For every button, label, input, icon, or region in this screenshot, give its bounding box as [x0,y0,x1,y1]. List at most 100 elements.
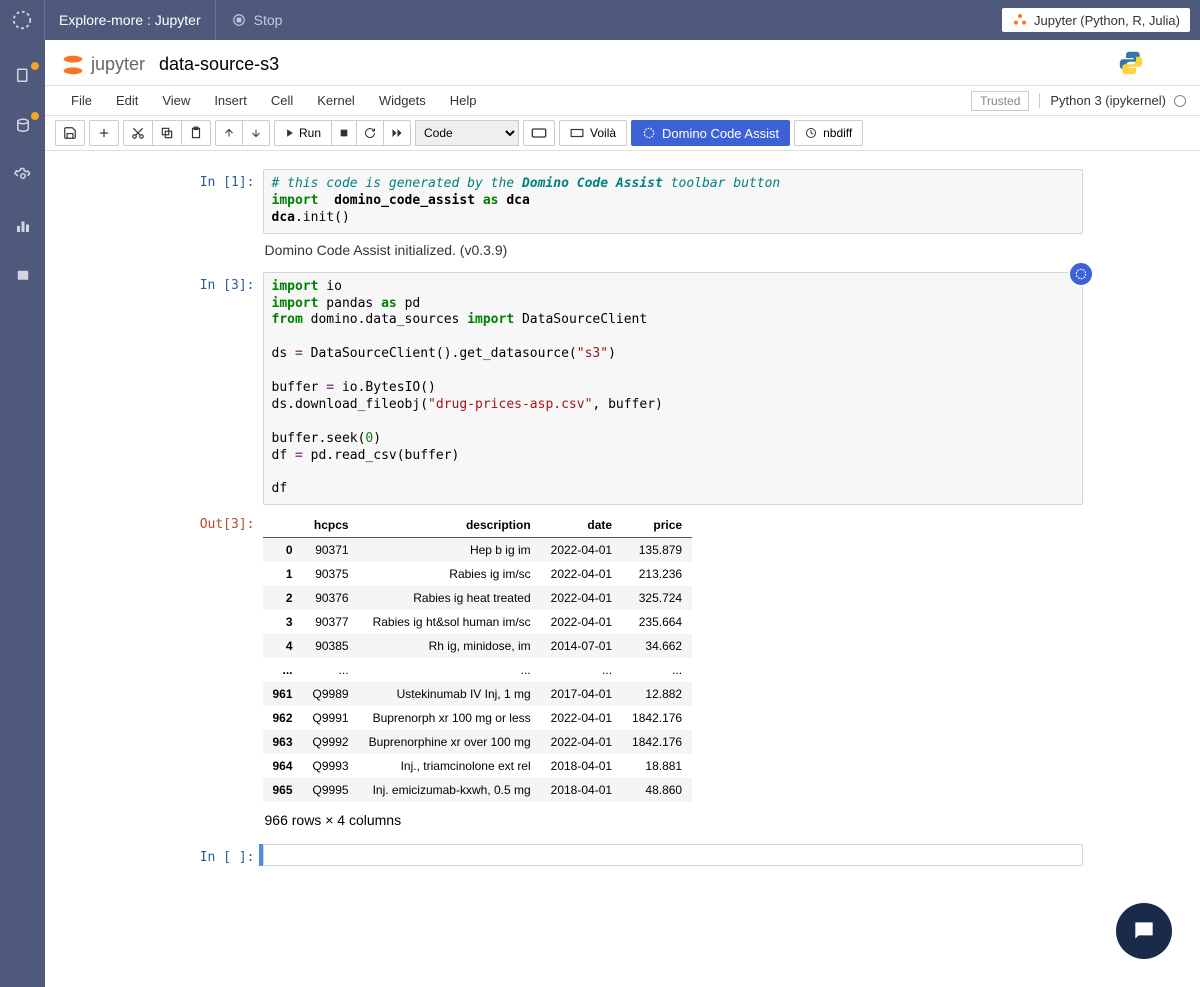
command-palette-button[interactable] [523,120,555,146]
code-text: dca [272,210,295,225]
menu-widgets[interactable]: Widgets [367,93,438,108]
stop-button[interactable]: Stop [216,12,299,28]
code-cell[interactable]: In [3]: import io import pandas as pd fr… [163,272,1083,506]
kernel-status-icon [1174,95,1186,107]
dca-label: Domino Code Assist [662,126,779,141]
menu-help[interactable]: Help [438,93,489,108]
kw: as [483,193,499,208]
menu-kernel[interactable]: Kernel [305,93,367,108]
run-button[interactable]: Run [274,120,332,146]
table-row: 190375Rabies ig im/sc2022-04-01213.236 [263,562,693,586]
code-text: df [272,448,295,463]
out-prompt: Out[3]: [163,511,263,838]
code-text: DataSourceClient [514,312,647,327]
table-header: date [541,513,622,538]
code-text: ds.download_fileobj( [272,397,429,412]
kw: from [272,312,303,327]
jupyter-header: jupyter data-source-s3 [45,40,1200,86]
paste-button[interactable] [181,120,211,146]
jupyter-logo[interactable]: jupyter [59,51,145,79]
interrupt-button[interactable] [331,120,357,146]
metrics-icon[interactable] [13,216,33,236]
comment-text: # this code is generated by the [272,176,522,191]
in-prompt: In [3]: [163,272,263,506]
toolbar: Run Code Voilà Domino Code Assist nbdiff [45,116,1200,151]
menu-bar: File Edit View Insert Cell Kernel Widget… [45,86,1200,116]
run-label: Run [299,126,321,140]
chat-fab[interactable] [1116,903,1172,959]
cut-button[interactable] [123,120,153,146]
jupyter-logo-text: jupyter [91,54,145,75]
domino-logo-icon[interactable] [0,9,44,31]
add-cell-button[interactable] [89,120,119,146]
code-cell[interactable]: In [1]: # this code is generated by the … [163,169,1083,266]
menu-edit[interactable]: Edit [104,93,150,108]
table-row: ............... [263,658,693,682]
jupyter-env-label: Jupyter (Python, R, Julia) [1034,13,1180,28]
table-header: description [359,513,541,538]
cell-type-select[interactable]: Code [415,120,519,146]
jupyter-env-pill[interactable]: Jupyter (Python, R, Julia) [1002,8,1190,32]
text-output: Domino Code Assist initialized. (v0.3.9) [263,234,1083,266]
menu-insert[interactable]: Insert [202,93,259,108]
code-input[interactable] [263,844,1083,866]
dca-cell-badge-icon[interactable] [1068,261,1094,287]
comment-em-text: Domino Code Assist [522,176,663,191]
domino-top-bar: Explore-more : Jupyter Stop Jupyter (Pyt… [0,0,1200,40]
move-up-button[interactable] [215,120,243,146]
table-row: 490385Rh ig, minidose, im2014-07-0134.66… [263,634,693,658]
nbdiff-button[interactable]: nbdiff [794,120,863,146]
settings-icon[interactable] [13,166,33,186]
code-input[interactable]: import io import pandas as pd from domin… [263,272,1083,506]
kw: as [381,296,397,311]
nbdiff-label: nbdiff [823,126,852,140]
code-text: domino.data_sources [303,312,467,327]
table-row: 965Q9995Inj. emicizumab-kxwh, 0.5 mg2018… [263,778,693,802]
restart-button[interactable] [356,120,384,146]
code-input[interactable]: # this code is generated by the Domino C… [263,169,1083,234]
left-nav-rail [0,40,45,987]
notebook-name[interactable]: data-source-s3 [159,54,279,75]
code-text: .init() [295,210,350,225]
restart-run-all-button[interactable] [383,120,411,146]
code-text: , buffer) [592,397,662,412]
table-row: 964Q9993Inj., triamcinolone ext rel2018-… [263,754,693,778]
kw: import [272,296,319,311]
table-row: 961Q9989Ustekinumab IV Inj, 1 mg2017-04-… [263,682,693,706]
main-content: jupyter data-source-s3 File Edit View In… [45,40,1200,987]
voila-button[interactable]: Voilà [559,120,627,146]
kernel-name-label: Python 3 (ipykernel) [1050,93,1166,108]
comment-tail-text: toolbar button [663,176,780,191]
op: = [295,448,303,463]
table-header: hcpcs [303,513,359,538]
workspace-title: Explore-more : Jupyter [44,0,216,40]
op: = [326,380,334,395]
menu-file[interactable]: File [59,93,104,108]
str: "s3" [577,346,608,361]
copy-button[interactable] [152,120,182,146]
trusted-badge[interactable]: Trusted [971,91,1029,111]
output-cell: Out[3]: hcpcsdescriptiondateprice 090371… [163,511,1083,838]
notebook-area[interactable]: In [1]: # this code is generated by the … [45,151,1200,987]
code-text: pandas [318,296,381,311]
dataframe-table: hcpcsdescriptiondateprice 090371Hep b ig… [263,513,693,802]
code-cell-active[interactable]: In [ ]: [163,844,1083,866]
code-text: pd [397,296,420,311]
data-icon[interactable] [13,116,33,136]
kw: import [272,279,319,294]
save-button[interactable] [55,120,85,146]
menu-view[interactable]: View [150,93,202,108]
table-row: 390377Rabies ig ht&sol human im/sc2022-0… [263,610,693,634]
table-row: 963Q9992Buprenorphine xr over 100 mg2022… [263,730,693,754]
table-header [263,513,303,538]
str: "drug-prices-asp.csv" [428,397,592,412]
files-icon[interactable] [13,66,33,86]
notebook-icon[interactable] [13,266,33,286]
menu-cell[interactable]: Cell [259,93,305,108]
kernel-name[interactable]: Python 3 (ipykernel) [1039,93,1186,108]
move-down-button[interactable] [242,120,270,146]
in-prompt: In [ ]: [163,844,263,866]
code-text: df [272,481,288,496]
domino-code-assist-button[interactable]: Domino Code Assist [631,120,790,146]
table-row: 290376Rabies ig heat treated2022-04-0132… [263,586,693,610]
